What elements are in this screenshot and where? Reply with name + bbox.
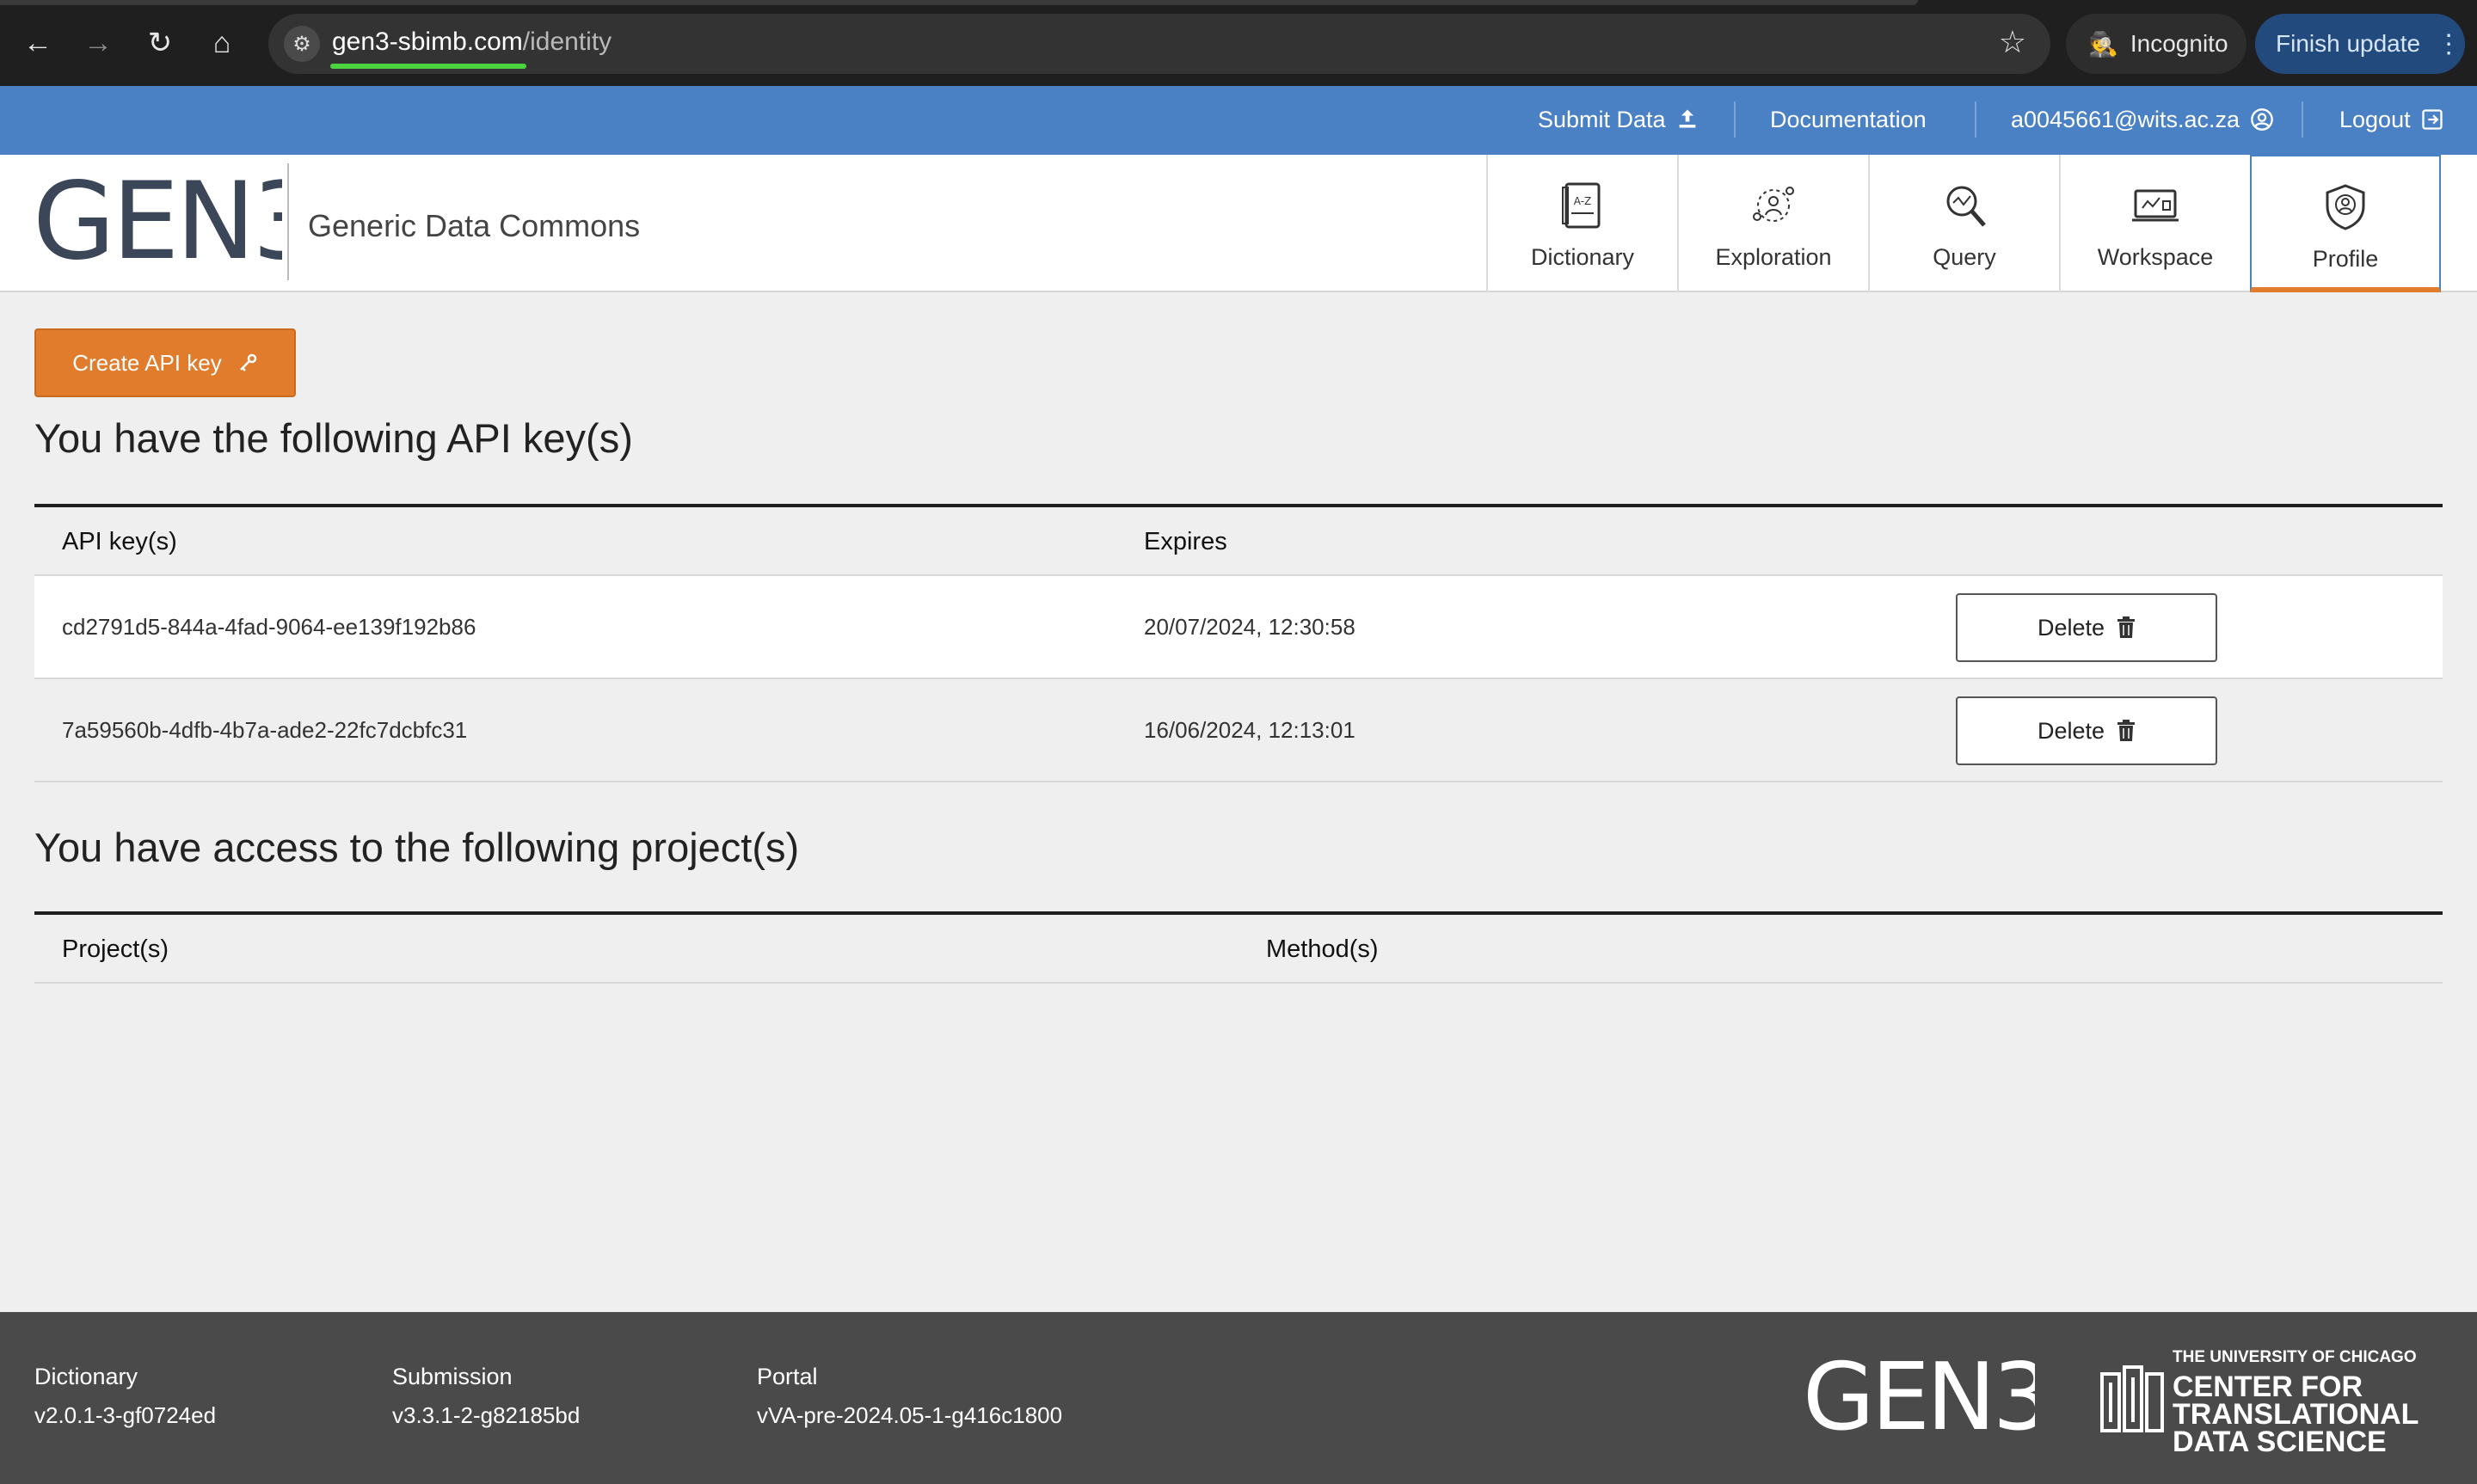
forward-icon[interactable]: → xyxy=(74,19,122,67)
logout-label: Logout xyxy=(2339,107,2411,132)
footer-dictionary-version: Dictionary v2.0.1-3-gf0724ed xyxy=(34,1364,216,1429)
site-header: GEN3 Generic Data Commons A-Z Dictionary… xyxy=(0,155,2477,292)
finish-update-label: Finish update xyxy=(2276,30,2421,57)
incognito-indicator[interactable]: 🕵 Incognito xyxy=(2066,14,2247,74)
user-email: a0045661@wits.ac.za xyxy=(2011,107,2240,132)
nav-separator xyxy=(1975,101,1976,138)
url-highlight xyxy=(330,64,526,69)
projects-heading: You have access to the following project… xyxy=(34,825,800,870)
home-icon[interactable]: ⌂ xyxy=(198,19,246,67)
tab-exploration[interactable]: Exploration xyxy=(1677,155,1868,292)
query-icon xyxy=(1946,186,1986,227)
table-header-row: Project(s) Method(s) xyxy=(34,915,2443,984)
ctds-line-1: THE UNIVERSITY OF CHICAGO xyxy=(2173,1348,2417,1366)
submit-data-label: Submit Data xyxy=(1538,107,1666,132)
browser-toolbar: ← → ↻ ⌂ ⚙ gen3-sbimb.com/identity ☆ 🕵 In… xyxy=(0,0,2477,86)
column-header-method: Method(s) xyxy=(1266,935,1379,963)
main-nav-tabs: A-Z Dictionary Exploration Query Workspa… xyxy=(1486,155,2441,292)
upload-icon xyxy=(1679,109,1696,128)
footer-portal-value: vVA-pre-2024.05-1-g416c1800 xyxy=(757,1402,1063,1428)
top-nav-bar: Submit Data Documentation a0045661@wits.… xyxy=(0,86,2477,155)
user-account-link[interactable]: a0045661@wits.ac.za xyxy=(2011,107,2274,133)
logout-link[interactable]: Logout xyxy=(2339,107,2444,133)
footer-dictionary-value: v2.0.1-3-gf0724ed xyxy=(34,1402,217,1428)
tab-workspace-label: Workspace xyxy=(2097,244,2214,270)
tab-query[interactable]: Query xyxy=(1868,155,2059,292)
nav-separator xyxy=(1734,101,1736,138)
site-subtitle: Generic Data Commons xyxy=(308,208,641,243)
tab-profile-label: Profile xyxy=(2312,246,2379,272)
gen3-footer-logo-text: GEN3 xyxy=(1803,1344,2035,1451)
gen3-logo-text: GEN3 xyxy=(33,163,282,284)
footer-dictionary-title: Dictionary xyxy=(34,1364,138,1389)
incognito-icon: 🕵 xyxy=(2088,30,2118,58)
ctds-line-4: DATA SCIENCE xyxy=(2173,1426,2387,1458)
tab-strip-edge xyxy=(0,0,1918,5)
star-icon[interactable]: ☆ xyxy=(1999,24,2026,60)
tab-query-label: Query xyxy=(1933,244,1996,270)
gen3-footer-logo[interactable]: GEN3 xyxy=(1803,1343,2035,1455)
documentation-link[interactable]: Documentation xyxy=(1770,107,1927,133)
table-header-row: API key(s) Expires xyxy=(34,507,2443,576)
dictionary-icon-text: A-Z xyxy=(1574,195,1592,207)
create-api-key-button[interactable]: Create API key xyxy=(34,328,296,397)
table-row: 7a59560b-4dfb-4b7a-ade2-22fc7dcbfc31 16/… xyxy=(34,679,2443,782)
tab-exploration-label: Exploration xyxy=(1715,244,1832,270)
tab-dictionary[interactable]: A-Z Dictionary xyxy=(1486,155,1677,292)
footer-submission-value: v3.3.1-2-g82185bd xyxy=(392,1402,581,1428)
workspace-icon xyxy=(2132,189,2179,222)
api-keys-table: API key(s) Expires cd2791d5-844a-4fad-90… xyxy=(34,504,2443,782)
nav-separator xyxy=(2302,101,2303,138)
footer-portal-title: Portal xyxy=(757,1364,818,1389)
tab-dictionary-label: Dictionary xyxy=(1530,244,1635,270)
column-header-project: Project(s) xyxy=(62,935,169,963)
gen3-logo[interactable]: GEN3 xyxy=(33,163,282,284)
back-icon[interactable]: ← xyxy=(14,19,62,67)
url-text[interactable]: gen3-sbimb.com/identity xyxy=(332,28,612,57)
delete-button[interactable]: Delete xyxy=(1956,593,2217,662)
key-icon xyxy=(239,353,256,371)
ctds-mark-icon xyxy=(2100,1365,2164,1432)
submit-data-link[interactable]: Submit Data xyxy=(1538,107,1699,133)
footer-submission-title: Submission xyxy=(392,1364,513,1389)
create-api-key-label: Create API key xyxy=(72,349,222,376)
table-row: cd2791d5-844a-4fad-9064-ee139f192b86 20/… xyxy=(34,576,2443,679)
incognito-label: Incognito xyxy=(2130,30,2228,57)
tab-workspace[interactable]: Workspace xyxy=(2059,155,2250,292)
url-path: /identity xyxy=(522,28,612,56)
delete-label: Delete xyxy=(2037,717,2105,744)
reload-icon[interactable]: ↻ xyxy=(136,19,184,67)
exploration-icon xyxy=(1753,187,1794,222)
profile-icon xyxy=(2326,184,2365,230)
user-circle-icon xyxy=(2250,108,2273,131)
footer-submission-version: Submission v3.3.1-2-g82185bd xyxy=(392,1364,580,1429)
more-icon[interactable]: ⋮ xyxy=(2436,29,2462,59)
trash-icon xyxy=(2117,720,2136,741)
column-header-api-key: API key(s) xyxy=(62,528,177,555)
delete-button[interactable]: Delete xyxy=(1956,696,2217,765)
site-footer: Dictionary v2.0.1-3-gf0724ed Submission … xyxy=(0,1312,2477,1484)
site-settings-icon[interactable]: ⚙ xyxy=(284,26,320,62)
footer-portal-version: Portal vVA-pre-2024.05-1-g416c1800 xyxy=(757,1364,1062,1429)
dictionary-icon: A-Z xyxy=(1562,182,1601,229)
api-keys-heading: You have the following API key(s) xyxy=(34,415,633,461)
address-bar[interactable]: ⚙ gen3-sbimb.com/identity ☆ xyxy=(268,14,2050,74)
logout-icon xyxy=(2422,109,2443,130)
logo-divider xyxy=(287,163,289,280)
api-key-expires: 16/06/2024, 12:13:01 xyxy=(1144,717,1355,743)
url-host: gen3-sbimb.com xyxy=(332,28,523,56)
api-key-expires: 20/07/2024, 12:30:58 xyxy=(1144,614,1355,640)
finish-update-button[interactable]: Finish update ⋮ xyxy=(2255,14,2465,74)
delete-label: Delete xyxy=(2037,614,2105,641)
trash-icon xyxy=(2117,616,2136,638)
api-key-value: 7a59560b-4dfb-4b7a-ade2-22fc7dcbfc31 xyxy=(62,717,468,743)
api-key-value: cd2791d5-844a-4fad-9064-ee139f192b86 xyxy=(62,614,476,640)
tab-profile[interactable]: Profile xyxy=(2250,155,2441,292)
column-header-expires: Expires xyxy=(1144,528,1227,555)
ctds-logo[interactable]: THE UNIVERSITY OF CHICAGO CENTER FOR TRA… xyxy=(2099,1348,2451,1460)
projects-table: Project(s) Method(s) xyxy=(34,911,2443,984)
